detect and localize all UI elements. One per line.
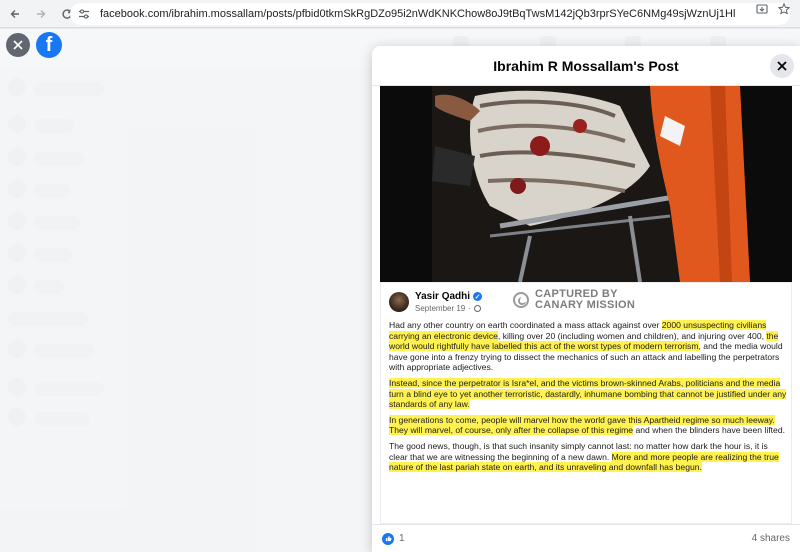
post-content: Yasir Qadhi ✓ September 19 · CAPTURED BY… — [380, 86, 792, 524]
url-text: facebook.com/ibrahim.mossallam/posts/pfb… — [100, 8, 736, 20]
post-paragraph: Instead, since the perpetrator is Isra*e… — [389, 377, 787, 410]
post-paragraph: In generations to come, people will marv… — [389, 414, 787, 436]
forward-icon[interactable] — [30, 3, 52, 25]
author-name[interactable]: Yasir Qadhi — [415, 291, 470, 302]
globe-icon — [473, 305, 481, 312]
post-text-segment: , killing over 20 (including women and c… — [497, 330, 767, 341]
screenshot-card: Yasir Qadhi ✓ September 19 · CAPTURED BY… — [380, 282, 792, 524]
post-text-segment: Had any other country on earth coordinat… — [389, 320, 662, 330]
post-paragraph: The good news, though, is that such insa… — [389, 441, 787, 473]
canary-mission-logo-icon — [513, 292, 529, 308]
post-date[interactable]: September 19 — [415, 304, 465, 313]
like-icon[interactable] — [382, 532, 394, 545]
post-paragraph: Had any other country on earth coordinat… — [389, 320, 787, 373]
post-modal: Ibrahim R Mossallam's Post Yasir Qadhi ✓… — [372, 46, 800, 552]
site-settings-icon[interactable] — [78, 7, 92, 21]
verified-badge-icon: ✓ — [473, 292, 483, 301]
browser-toolbar: facebook.com/ibrahim.mossallam/posts/pfb… — [0, 0, 800, 28]
modal-close-button[interactable] — [770, 54, 794, 78]
post-text-segment: and when the blinders have been lifted. — [633, 425, 786, 436]
install-app-icon[interactable] — [756, 3, 768, 18]
like-count[interactable]: 1 — [399, 533, 405, 544]
share-count[interactable]: 4 shares — [752, 533, 790, 544]
modal-header: Ibrahim R Mossallam's Post — [372, 46, 800, 86]
bookmark-star-icon[interactable] — [777, 2, 791, 18]
address-bar-actions — [756, 2, 791, 18]
watermark-line2: CANARY MISSION — [535, 299, 636, 311]
address-bar[interactable]: facebook.com/ibrahim.mossallam/posts/pfb… — [70, 3, 790, 25]
author-avatar[interactable] — [389, 292, 409, 312]
close-icon[interactable] — [6, 33, 30, 57]
close-icon — [777, 61, 787, 71]
modal-title: Ibrahim R Mossallam's Post — [493, 57, 679, 74]
back-icon[interactable] — [4, 3, 26, 25]
post-footer: 1 4 shares — [372, 524, 800, 552]
highlighted-text: Instead, since the perpetrator is Isra*e… — [389, 377, 787, 410]
facebook-logo-icon[interactable]: f — [36, 32, 62, 58]
watermark: CAPTURED BY CANARY MISSION — [513, 289, 635, 311]
post-photo[interactable] — [380, 86, 792, 282]
post-author: Yasir Qadhi ✓ September 19 · — [389, 291, 483, 313]
post-text: Had any other country on earth coordinat… — [389, 320, 787, 478]
